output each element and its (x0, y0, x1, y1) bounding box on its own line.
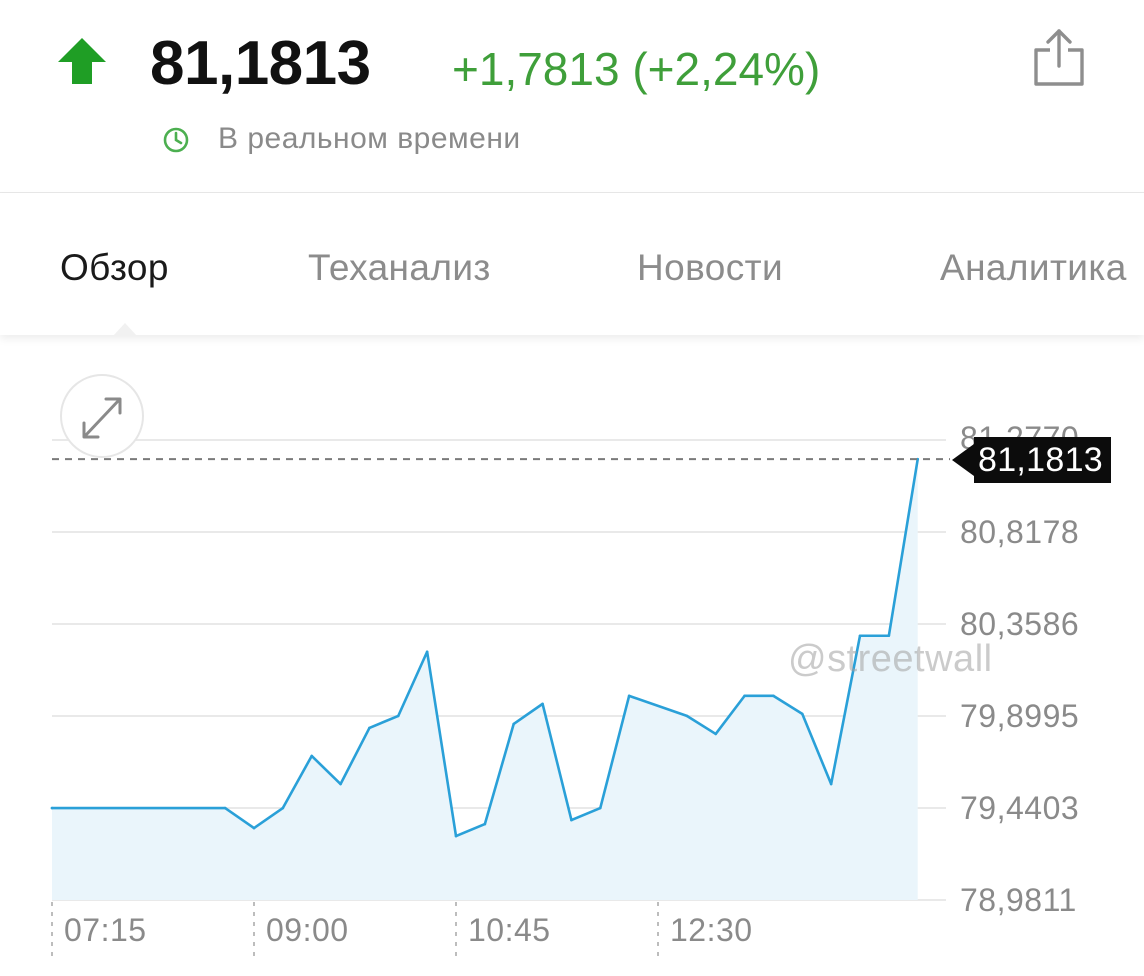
expand-icon (82, 397, 122, 439)
x-tick-label: 07:15 (64, 912, 147, 948)
expand-chart-button[interactable] (60, 374, 144, 458)
data-point (598, 806, 602, 810)
data-point (454, 834, 458, 838)
data-point (627, 694, 631, 698)
y-tick-label: 80,8178 (960, 514, 1080, 550)
data-point (772, 694, 775, 698)
data-point (858, 634, 862, 638)
data-point (570, 818, 573, 822)
price-chart[interactable] (0, 0, 1144, 976)
data-point (800, 712, 804, 716)
data-point (829, 782, 833, 786)
data-point (310, 754, 314, 758)
data-point (685, 714, 689, 718)
watermark: @streetwall (788, 638, 993, 680)
y-tick-label: 79,4403 (960, 790, 1080, 826)
data-point (50, 806, 54, 810)
y-tick-label: 79,8995 (960, 698, 1080, 734)
y-tick-label: 80,3586 (960, 606, 1080, 642)
price-tag-notch (952, 444, 974, 476)
data-point (714, 732, 718, 736)
data-point (396, 714, 400, 718)
data-point (887, 634, 891, 638)
data-point (425, 650, 429, 654)
quote-page: 81,1813 +1,7813 (+2,24%) В реальном врем… (0, 0, 1144, 976)
y-tick-label: 78,9811 (960, 882, 1077, 918)
data-point (483, 822, 487, 826)
price-tag-label: 81,1813 (974, 437, 1112, 483)
data-point (512, 722, 516, 726)
data-point (339, 782, 342, 786)
data-point (368, 726, 371, 730)
data-point (223, 806, 227, 810)
data-point (743, 694, 746, 698)
current-price-marker: 81,1813 (952, 437, 1112, 483)
data-point (252, 826, 256, 830)
x-tick-label: 09:00 (266, 912, 349, 948)
x-tick-label: 12:30 (670, 912, 753, 948)
x-tick-label: 10:45 (468, 912, 551, 948)
data-point (541, 702, 544, 706)
data-point (281, 806, 285, 810)
